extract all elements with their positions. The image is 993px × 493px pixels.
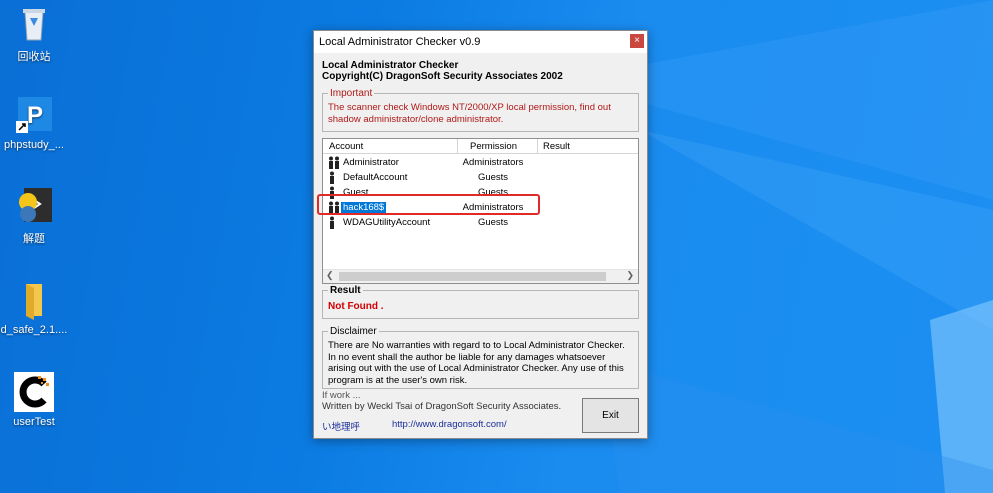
result-value: Not Found . — [328, 301, 384, 312]
desktop-icon-recycle-bin[interactable]: 回收站 — [0, 4, 74, 64]
list-item[interactable]: Administrator Administrators — [323, 155, 636, 170]
listview-header: Account Permission Result — [323, 139, 638, 154]
python-script-icon — [14, 186, 54, 226]
account-permission: Guests — [477, 217, 509, 228]
important-group: Important The scanner check Windows NT/2… — [322, 88, 639, 132]
recycle-bin-icon — [14, 4, 54, 44]
desktop-icon-usertest[interactable]: userTest — [0, 372, 74, 428]
phpstudy-icon: P — [14, 95, 54, 135]
user-group-icon — [329, 156, 339, 169]
app-header-title: Local Administrator Checker — [322, 60, 459, 71]
scroll-left-icon[interactable]: ❮ — [326, 270, 334, 281]
column-account[interactable]: Account — [329, 141, 363, 152]
user-icon — [330, 216, 334, 229]
user-icon — [330, 171, 334, 184]
account-name: DefaultAccount — [343, 172, 408, 183]
desktop-icon-label: d_safe_2.1.... — [0, 324, 68, 336]
close-button[interactable]: × — [630, 34, 644, 48]
website-link[interactable]: http://www.dragonsoft.com/ — [392, 419, 507, 430]
window-title: Local Administrator Checker v0.9 — [319, 36, 481, 48]
list-item[interactable]: DefaultAccount Guests — [323, 170, 636, 185]
title-bar[interactable]: Local Administrator Checker v0.9 × — [314, 31, 647, 53]
account-name: WDAGUtilityAccount — [343, 217, 431, 228]
column-permission[interactable]: Permission — [470, 141, 517, 152]
account-name: Administrator — [343, 157, 399, 168]
important-legend: Important — [328, 88, 375, 99]
important-text: The scanner check Windows NT/2000/XP loc… — [328, 102, 611, 125]
result-group: Result Not Found . — [322, 285, 639, 319]
svg-text:P: P — [27, 102, 43, 129]
desktop-icon-label: 解题 — [23, 233, 45, 245]
desktop-icon-label: userTest — [13, 416, 55, 428]
desktop-icon-jieti[interactable]: 解题 — [0, 186, 74, 246]
disclaimer-group: Disclaimer There are No warranties with … — [322, 326, 639, 389]
app-copyright: Copyright(C) DragonSoft Security Associa… — [322, 71, 563, 82]
desktop-icon-label: 回收站 — [17, 51, 51, 63]
horizontal-scrollbar[interactable]: ❮ ❯ — [323, 269, 638, 283]
account-permission: Guests — [477, 172, 509, 183]
disclaimer-legend: Disclaimer — [328, 326, 379, 337]
list-item[interactable]: WDAGUtilityAccount Guests — [323, 215, 636, 230]
desktop-icon-label: phpstudy_... — [4, 139, 64, 151]
disclaimer-text: There are No warranties with regard to t… — [328, 340, 625, 386]
folder-icon — [14, 280, 54, 320]
close-icon: × — [634, 35, 640, 46]
app-window: Local Administrator Checker v0.9 × Local… — [313, 30, 648, 439]
usertest-app-icon — [14, 372, 54, 412]
result-legend: Result — [328, 285, 363, 296]
column-result[interactable]: Result — [543, 141, 570, 152]
highlight-box — [317, 194, 540, 215]
exit-button[interactable]: Exit — [582, 398, 639, 433]
desktop-icon-d-safe[interactable]: d_safe_2.1.... — [0, 280, 74, 336]
footer-status: If work ... — [322, 390, 361, 401]
scroll-right-icon[interactable]: ❯ — [626, 270, 634, 281]
footer-author: Written by Weckl Tsai of DragonSoft Secu… — [322, 401, 562, 412]
footer-chinese-text: い地理呼 — [322, 422, 361, 433]
scroll-thumb[interactable] — [339, 272, 606, 281]
desktop-icon-phpstudy[interactable]: P phpstudy_... — [0, 95, 74, 151]
account-permission: Administrators — [462, 157, 524, 168]
